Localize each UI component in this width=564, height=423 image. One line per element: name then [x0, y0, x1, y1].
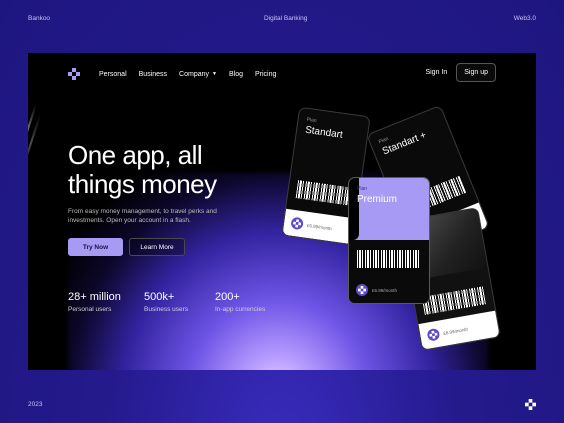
- plan-label: Plan: [357, 186, 368, 192]
- nav-link-business[interactable]: Business: [139, 71, 167, 78]
- plan-price: £6.99/month: [372, 287, 398, 293]
- shot-tag: Web3.0: [513, 15, 536, 22]
- nav-link-label: Company: [179, 70, 210, 78]
- card-footer: £6.99/month: [349, 277, 429, 303]
- sign-in-link[interactable]: Sign In: [425, 69, 447, 76]
- logo-icon: [426, 327, 441, 342]
- stat-personal: 28+ million Personal users: [68, 291, 121, 313]
- logo-icon: [356, 284, 368, 296]
- logo-icon: [290, 216, 304, 231]
- stat-business: 500k+ Business users: [144, 291, 188, 313]
- hero-title: One app, all things money: [68, 140, 217, 199]
- learn-more-button[interactable]: Learn More: [129, 238, 185, 256]
- barcode: [421, 286, 486, 315]
- barcode: [357, 250, 421, 268]
- barcode: [295, 180, 352, 206]
- nav-link-personal[interactable]: Personal: [99, 71, 127, 78]
- sign-up-button[interactable]: Sign up: [456, 63, 496, 82]
- auth-buttons: Sign In Sign up: [425, 63, 496, 82]
- app-frame: Personal Business Company ▼ Blog Pricing…: [28, 53, 536, 370]
- stat-label: Personal users: [68, 306, 112, 313]
- stat-value: 500k+: [144, 291, 175, 303]
- top-nav: Personal Business Company ▼ Blog Pricing…: [68, 63, 496, 82]
- stat-currencies: 200+ In-app currencies: [215, 291, 265, 313]
- logo-icon: [525, 399, 536, 410]
- year-label: 2023: [28, 401, 43, 408]
- hero-subtitle: From easy money management, to travel pe…: [68, 208, 217, 224]
- brand-name: Bankoo: [28, 15, 51, 22]
- plan-price: £6.99/month: [442, 326, 469, 336]
- stat-label: Business users: [144, 306, 189, 313]
- chevron-down-icon: ▼: [212, 71, 217, 77]
- plan-name: Premium: [357, 194, 398, 205]
- nav-link-company[interactable]: Company ▼: [179, 71, 217, 78]
- stat-value: 28+ million: [68, 291, 121, 303]
- logo-icon[interactable]: [68, 68, 80, 80]
- try-now-button[interactable]: Try Now: [68, 238, 123, 256]
- nav-link-blog[interactable]: Blog: [229, 71, 243, 78]
- stat-value: 200+: [215, 291, 240, 303]
- plan-price: £6.99/month: [306, 222, 333, 231]
- plan-card-premium[interactable]: Plan Premium £6.99/month: [348, 177, 430, 304]
- stat-label: In-app currencies: [215, 306, 266, 313]
- nav-link-pricing[interactable]: Pricing: [255, 71, 276, 78]
- shot-title: Digital Banking: [264, 15, 308, 22]
